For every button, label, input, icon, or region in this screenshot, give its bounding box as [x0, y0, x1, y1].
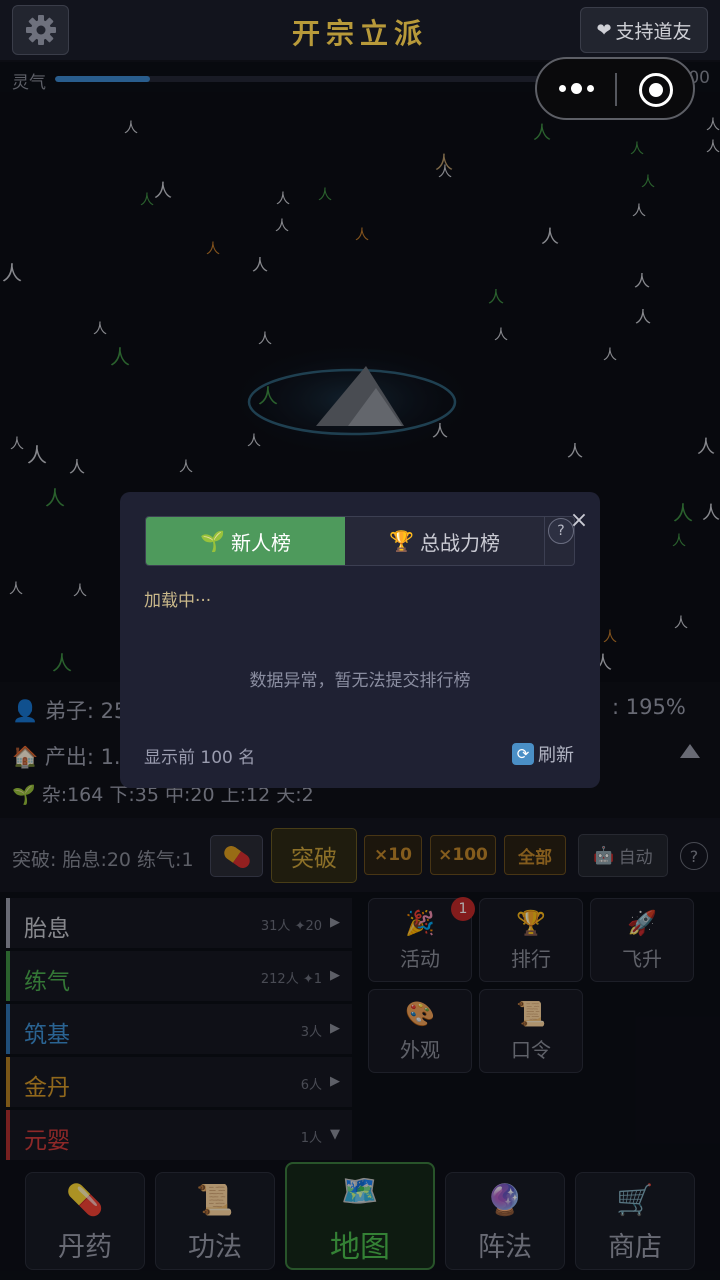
settings-button[interactable]: [12, 5, 69, 55]
heart-icon: ❤: [596, 19, 612, 41]
tab-total-label: 总战力榜: [419, 530, 500, 555]
close-target-icon[interactable]: [639, 73, 673, 107]
show-top-count: 显示前 100 名: [144, 748, 256, 768]
support-button[interactable]: ❤ 支持道友: [580, 7, 708, 53]
refresh-label: 刷新: [538, 745, 574, 766]
gear-icon: [25, 15, 56, 45]
leaderboard-modal: 🌱 新人榜 🏆 总战力榜 ? × 加载中··· 数据异常，暂无法提交排行榜 显示…: [120, 492, 600, 788]
miniprogram-capsule: [535, 57, 695, 120]
loading-text: 加载中···: [144, 591, 212, 611]
tab-new-player-ranking[interactable]: 🌱 新人榜: [146, 517, 345, 565]
sprout-icon: 🌱: [200, 529, 225, 553]
trophy-icon: 🏆: [389, 529, 414, 553]
refresh-button[interactable]: ⟳ 刷新: [512, 741, 574, 767]
close-icon[interactable]: ×: [568, 510, 590, 532]
tab-new-label: 新人榜: [230, 530, 291, 555]
leaderboard-tabs: 🌱 新人榜 🏆 总战力榜: [145, 516, 575, 566]
refresh-icon: ⟳: [512, 743, 534, 765]
support-label: 支持道友: [615, 20, 692, 43]
tab-total-power-ranking[interactable]: 🏆 总战力榜: [345, 517, 545, 565]
capsule-divider: [615, 73, 617, 106]
error-message: 数据异常，暂无法提交排行榜: [249, 671, 471, 691]
more-dots-icon[interactable]: [537, 59, 615, 118]
